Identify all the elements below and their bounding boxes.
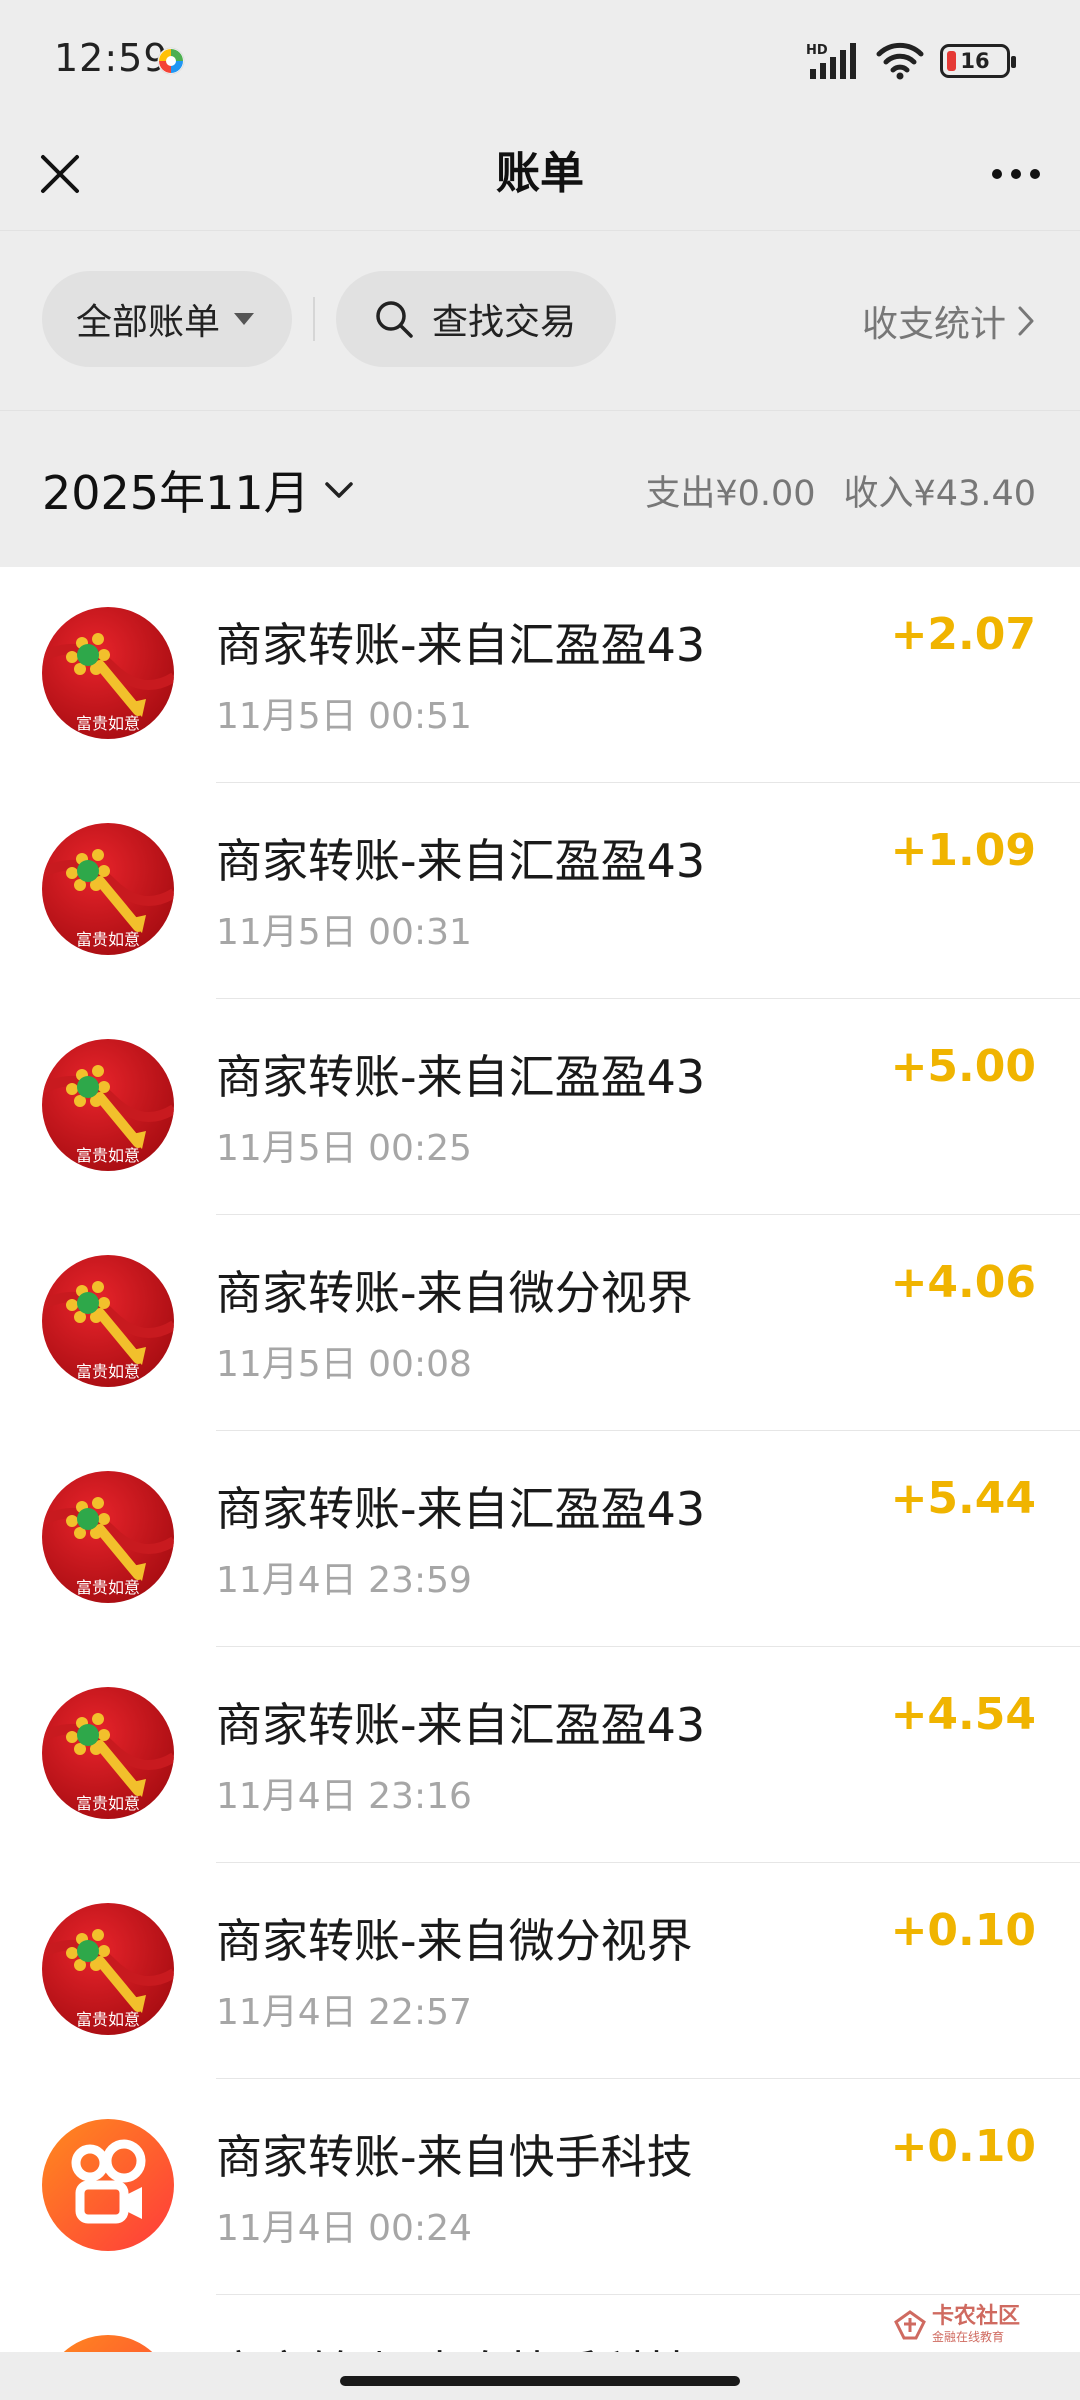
filter-divider <box>313 297 315 341</box>
ruyi-avatar-icon: 富贵如意 <box>42 823 174 955</box>
transaction-title: 商家转账-来自快手科技 <box>216 2130 693 2184</box>
transaction-amount: +5.00 <box>890 1041 1036 1092</box>
transaction-amount: +5.44 <box>890 1473 1036 1524</box>
transaction-row[interactable]: 富贵如意 商家转账-来自微分视界 11月4日 22:57 +0.10 <box>0 1863 1080 2079</box>
more-options-button[interactable] <box>978 142 1054 206</box>
avatar-badge-text: 富贵如意 <box>76 2010 140 2029</box>
ruyi-avatar-icon: 富贵如意 <box>42 1471 174 1603</box>
title-bar: 账单 <box>0 120 1080 230</box>
avatar-badge-text: 富贵如意 <box>76 714 140 733</box>
expense-total: 支出¥0.00 <box>645 474 816 514</box>
status-icons: HD 16 <box>806 40 1016 82</box>
transaction-row[interactable]: 富贵如意 商家转账-来自汇盈盈43 11月5日 00:25 +5.00 <box>0 999 1080 1215</box>
stats-label: 收支统计 <box>861 304 1006 345</box>
wifi-icon <box>876 42 924 80</box>
transaction-row[interactable]: 富贵如意 商家转账-来自汇盈盈43 11月4日 23:16 +4.54 <box>0 1647 1080 1863</box>
merchant-avatar: 富贵如意 <box>42 1255 174 1387</box>
battery-icon: 16 <box>940 44 1016 78</box>
merchant-avatar <box>42 2335 174 2352</box>
ruyi-avatar-icon: 富贵如意 <box>42 1687 174 1819</box>
avatar-badge-text: 富贵如意 <box>76 930 140 949</box>
transaction-title: 商家转账-来自快手科技 <box>216 2337 693 2352</box>
transaction-time: 11月4日 00:24 <box>216 2208 472 2249</box>
transaction-amount: +0.10 <box>890 1905 1036 1956</box>
transaction-time: 11月5日 00:25 <box>216 1128 472 1169</box>
avatar-badge-text: 富贵如意 <box>76 1794 140 1813</box>
transaction-row[interactable]: 富贵如意 商家转账-来自微分视界 11月5日 00:08 +4.06 <box>0 1215 1080 1431</box>
transaction-title: 商家转账-来自汇盈盈43 <box>216 834 706 888</box>
kuaishou-avatar-icon <box>42 2119 174 2251</box>
ruyi-avatar-icon: 富贵如意 <box>42 607 174 739</box>
chevron-down-icon <box>324 482 353 498</box>
merchant-avatar: 富贵如意 <box>42 1471 174 1603</box>
ruyi-avatar-icon: 富贵如意 <box>42 1903 174 2035</box>
transaction-title: 商家转账-来自汇盈盈43 <box>216 1050 706 1104</box>
chevron-right-icon <box>1018 306 1034 336</box>
home-indicator[interactable] <box>340 2376 740 2386</box>
transaction-time: 11月5日 00:51 <box>216 696 472 737</box>
battery-level: 16 <box>960 49 990 73</box>
month-selector[interactable]: 2025年11月 <box>42 457 354 523</box>
transaction-amount: +4.54 <box>890 1689 1036 1740</box>
search-icon <box>376 301 413 338</box>
transaction-time: 11月5日 00:31 <box>216 912 472 953</box>
all-bills-dropdown[interactable]: 全部账单 <box>42 271 292 367</box>
month-summary: 支出¥0.00 收入¥43.40 <box>645 465 1036 516</box>
transaction-title: 商家转账-来自汇盈盈43 <box>216 1698 706 1752</box>
bill-screen: 12:59 HD 16 账单 全部账单 查找交易 收支统计 2025年11月 支… <box>0 0 1080 2400</box>
signal-icon: HD <box>806 43 856 79</box>
merchant-avatar <box>42 2119 174 2251</box>
merchant-avatar: 富贵如意 <box>42 1687 174 1819</box>
avatar-badge-text: 富贵如意 <box>76 1146 140 1165</box>
merchant-avatar: 富贵如意 <box>42 1903 174 2035</box>
more-dots-icon <box>992 169 1002 179</box>
search-label: 查找交易 <box>432 302 577 343</box>
month-header: 2025年11月 支出¥0.00 收入¥43.40 <box>0 410 1080 567</box>
transaction-title: 商家转账-来自汇盈盈43 <box>216 1482 706 1536</box>
transaction-list: 富贵如意 商家转账-来自汇盈盈43 11月5日 00:51 +2.07 富贵如意… <box>0 567 1080 2352</box>
income-expense-stats-link[interactable]: 收支统计 <box>862 295 1036 347</box>
page-title: 账单 <box>496 148 584 199</box>
merchant-avatar: 富贵如意 <box>42 607 174 739</box>
avatar-badge-text: 富贵如意 <box>76 1578 140 1597</box>
status-time: 12:59 <box>54 36 169 80</box>
transaction-title: 商家转账-来自微分视界 <box>216 1266 693 1320</box>
status-bar: 12:59 HD 16 <box>0 0 1080 120</box>
kuaishou-avatar-icon <box>42 2335 174 2352</box>
transaction-time: 11月4日 23:16 <box>216 1776 472 1817</box>
watermark-sub: 金融在线教育 <box>931 2330 1004 2344</box>
transaction-row[interactable]: 富贵如意 商家转账-来自汇盈盈43 11月4日 23:59 +5.44 <box>0 1431 1080 1647</box>
transaction-time: 11月4日 23:59 <box>216 1560 472 1601</box>
app-notification-icon <box>157 47 185 75</box>
caret-down-icon <box>234 313 255 325</box>
transaction-title: 商家转账-来自汇盈盈43 <box>216 618 706 672</box>
avatar-badge-text: 富贵如意 <box>76 1362 140 1381</box>
transaction-row[interactable]: 商家转账-来自快手科技 11月4日 00:24 +0.10 <box>0 2079 1080 2295</box>
income-total: 收入¥43.40 <box>843 474 1036 514</box>
transaction-row[interactable]: 富贵如意 商家转账-来自汇盈盈43 11月5日 00:51 +2.07 <box>0 567 1080 783</box>
transaction-amount: +1.09 <box>890 825 1036 876</box>
ruyi-avatar-icon: 富贵如意 <box>42 1039 174 1171</box>
transaction-row[interactable]: 富贵如意 商家转账-来自汇盈盈43 11月5日 00:31 +1.09 <box>0 783 1080 999</box>
watermark-main: 卡农社区 <box>931 2304 1020 2329</box>
transaction-time: 11月4日 22:57 <box>216 1992 472 2033</box>
filter-bar: 全部账单 查找交易 收支统计 <box>0 230 1080 410</box>
watermark-logo-icon <box>894 2309 926 2339</box>
svg-text:HD: HD <box>806 43 828 58</box>
transaction-amount: +4.06 <box>890 1257 1036 1308</box>
transaction-amount: +0.10 <box>890 2121 1036 2172</box>
watermark: 卡农社区 金融在线教育 <box>894 2306 1020 2343</box>
merchant-avatar: 富贵如意 <box>42 1039 174 1171</box>
gesture-bar <box>0 2352 1080 2400</box>
all-bills-label: 全部账单 <box>76 302 221 343</box>
transaction-title: 商家转账-来自微分视界 <box>216 1914 693 1968</box>
transaction-time: 11月5日 00:08 <box>216 1344 472 1385</box>
search-transactions-button[interactable]: 查找交易 <box>336 271 616 367</box>
transaction-amount: +2.07 <box>890 609 1036 660</box>
ruyi-avatar-icon: 富贵如意 <box>42 1255 174 1387</box>
month-label: 2025年11月 <box>42 466 310 520</box>
merchant-avatar: 富贵如意 <box>42 823 174 955</box>
